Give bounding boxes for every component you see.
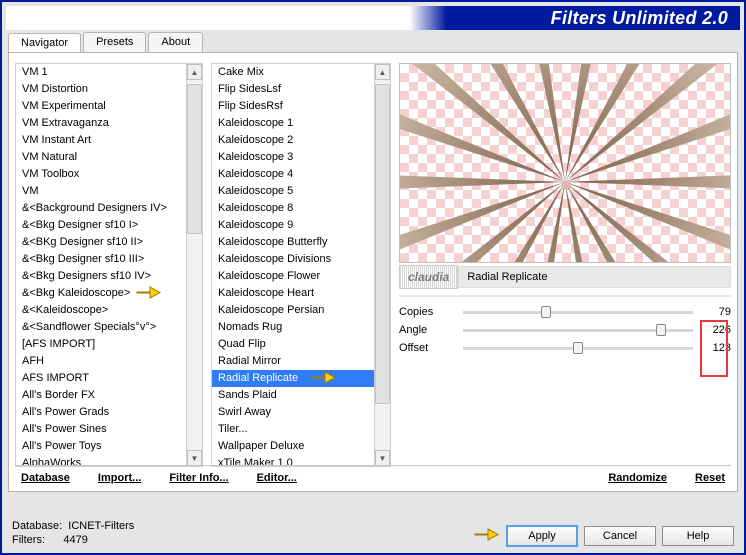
pointer-icon — [474, 526, 500, 546]
list-item[interactable]: Radial Mirror — [212, 353, 374, 370]
import-link[interactable]: Import... — [98, 472, 141, 484]
scrollbar[interactable]: ▲ ▼ — [186, 64, 202, 466]
scrollbar[interactable]: ▲ ▼ — [374, 64, 390, 466]
app-title: Filters Unlimited 2.0 — [551, 8, 728, 29]
help-button[interactable]: Help — [662, 526, 734, 546]
list-item[interactable]: &<Bkg Designer sf10 III> — [16, 251, 186, 268]
param-slider[interactable] — [463, 329, 693, 332]
filter-list[interactable]: Cake MixFlip SidesLsfFlip SidesRsfKaleid… — [211, 63, 391, 467]
filters-count: 4479 — [63, 534, 87, 546]
param-slider[interactable] — [463, 347, 693, 350]
list-item[interactable]: Kaleidoscope 4 — [212, 166, 374, 183]
client-area: VM 1VM DistortionVM ExperimentalVM Extra… — [8, 52, 738, 492]
db-name: ICNET-Filters — [68, 520, 134, 532]
list-item[interactable]: Radial Replicate — [212, 370, 374, 387]
list-item[interactable]: &<BKg Designer sf10 II> — [16, 234, 186, 251]
param-row: Offset 123 — [399, 339, 731, 357]
param-row: Copies 79 — [399, 303, 731, 321]
param-label: Copies — [399, 306, 463, 318]
list-item[interactable]: &<Bkg Designers sf10 IV> — [16, 268, 186, 285]
list-item[interactable]: Quad Flip — [212, 336, 374, 353]
pointer-icon — [311, 369, 374, 391]
pointer-icon — [136, 284, 186, 306]
database-link[interactable]: Database — [21, 472, 70, 484]
list-item[interactable]: VM Distortion — [16, 81, 186, 98]
list-item[interactable]: Kaleidoscope 9 — [212, 217, 374, 234]
list-item[interactable]: All's Power Toys — [16, 438, 186, 455]
list-item[interactable]: Kaleidoscope 8 — [212, 200, 374, 217]
database-info: Database: ICNET-Filters Filters: 4479 — [12, 519, 134, 547]
list-item[interactable]: Kaleidoscope 3 — [212, 149, 374, 166]
list-item[interactable]: Kaleidoscope Divisions — [212, 251, 374, 268]
apply-button[interactable]: Apply — [506, 525, 578, 547]
list-item[interactable]: All's Power Grads — [16, 404, 186, 421]
randomize-link[interactable]: Randomize — [608, 472, 667, 484]
list-item[interactable]: Kaleidoscope 1 — [212, 115, 374, 132]
cancel-button[interactable]: Cancel — [584, 526, 656, 546]
list-item[interactable]: Nomads Rug — [212, 319, 374, 336]
tab-presets[interactable]: Presets — [83, 32, 146, 52]
param-value: 123 — [701, 342, 731, 354]
slider-thumb[interactable] — [656, 324, 666, 336]
list-item[interactable]: Wallpaper Deluxe — [212, 438, 374, 455]
title-bar: Filters Unlimited 2.0 — [6, 6, 740, 30]
list-item[interactable]: Kaleidoscope Butterfly — [212, 234, 374, 251]
reset-link[interactable]: Reset — [695, 472, 725, 484]
db-label: Database: — [12, 520, 62, 532]
scroll-down-icon[interactable]: ▼ — [187, 450, 202, 466]
list-item[interactable]: AFS IMPORT — [16, 370, 186, 387]
list-item[interactable]: Kaleidoscope Flower — [212, 268, 374, 285]
param-value: 79 — [701, 306, 731, 318]
param-label: Angle — [399, 324, 463, 336]
slider-thumb[interactable] — [541, 306, 551, 318]
param-value: 226 — [701, 324, 731, 336]
navigator-list[interactable]: VM 1VM DistortionVM ExperimentalVM Extra… — [15, 63, 203, 467]
param-row: Angle 226 — [399, 321, 731, 339]
scroll-down-icon[interactable]: ▼ — [375, 450, 390, 466]
list-item[interactable]: Kaleidoscope 2 — [212, 132, 374, 149]
scroll-thumb[interactable] — [187, 84, 202, 234]
list-item[interactable]: VM Natural — [16, 149, 186, 166]
list-item[interactable]: &<Bkg Kaleidoscope> — [16, 285, 186, 302]
list-item[interactable]: Kaleidoscope Heart — [212, 285, 374, 302]
list-item[interactable]: VM Toolbox — [16, 166, 186, 183]
scroll-up-icon[interactable]: ▲ — [375, 64, 390, 80]
list-item[interactable]: VM Instant Art — [16, 132, 186, 149]
list-item[interactable]: &<Bkg Designer sf10 I> — [16, 217, 186, 234]
link-bar: Database Import... Filter Info... Editor… — [15, 465, 731, 489]
list-item[interactable]: Cake Mix — [212, 64, 374, 81]
list-item[interactable]: Swirl Away — [212, 404, 374, 421]
slider-thumb[interactable] — [573, 342, 583, 354]
scroll-up-icon[interactable]: ▲ — [187, 64, 202, 80]
preview-image — [399, 63, 731, 263]
tab-navigator[interactable]: Navigator — [8, 33, 81, 53]
footer-bar: Database: ICNET-Filters Filters: 4479 Ap… — [12, 519, 734, 547]
list-item[interactable]: &<Background Designers IV> — [16, 200, 186, 217]
param-slider[interactable] — [463, 311, 693, 314]
list-item[interactable]: VM Extravaganza — [16, 115, 186, 132]
watermark-label: claudia — [399, 265, 458, 289]
tab-bar: Navigator Presets About — [8, 32, 205, 52]
list-item[interactable]: &<Sandflower Specials°v°> — [16, 319, 186, 336]
filter-info-link[interactable]: Filter Info... — [169, 472, 228, 484]
list-item[interactable]: Tiler... — [212, 421, 374, 438]
scroll-thumb[interactable] — [375, 84, 390, 404]
list-item[interactable]: VM 1 — [16, 64, 186, 81]
list-item[interactable]: AFH — [16, 353, 186, 370]
list-item[interactable]: All's Power Sines — [16, 421, 186, 438]
list-item[interactable]: Kaleidoscope 5 — [212, 183, 374, 200]
filters-label: Filters: — [12, 534, 45, 546]
filter-name-label: Radial Replicate — [458, 266, 731, 288]
param-label: Offset — [399, 342, 463, 354]
tab-about[interactable]: About — [148, 32, 203, 52]
list-item[interactable]: [AFS IMPORT] — [16, 336, 186, 353]
right-panel: claudia Radial Replicate Copies 79 Angle 22… — [399, 63, 731, 467]
list-item[interactable]: VM Experimental — [16, 98, 186, 115]
list-item[interactable]: Flip SidesLsf — [212, 81, 374, 98]
list-item[interactable]: All's Border FX — [16, 387, 186, 404]
editor-link[interactable]: Editor... — [257, 472, 297, 484]
list-item[interactable]: Kaleidoscope Persian — [212, 302, 374, 319]
list-item[interactable]: VM — [16, 183, 186, 200]
list-item[interactable]: Flip SidesRsf — [212, 98, 374, 115]
